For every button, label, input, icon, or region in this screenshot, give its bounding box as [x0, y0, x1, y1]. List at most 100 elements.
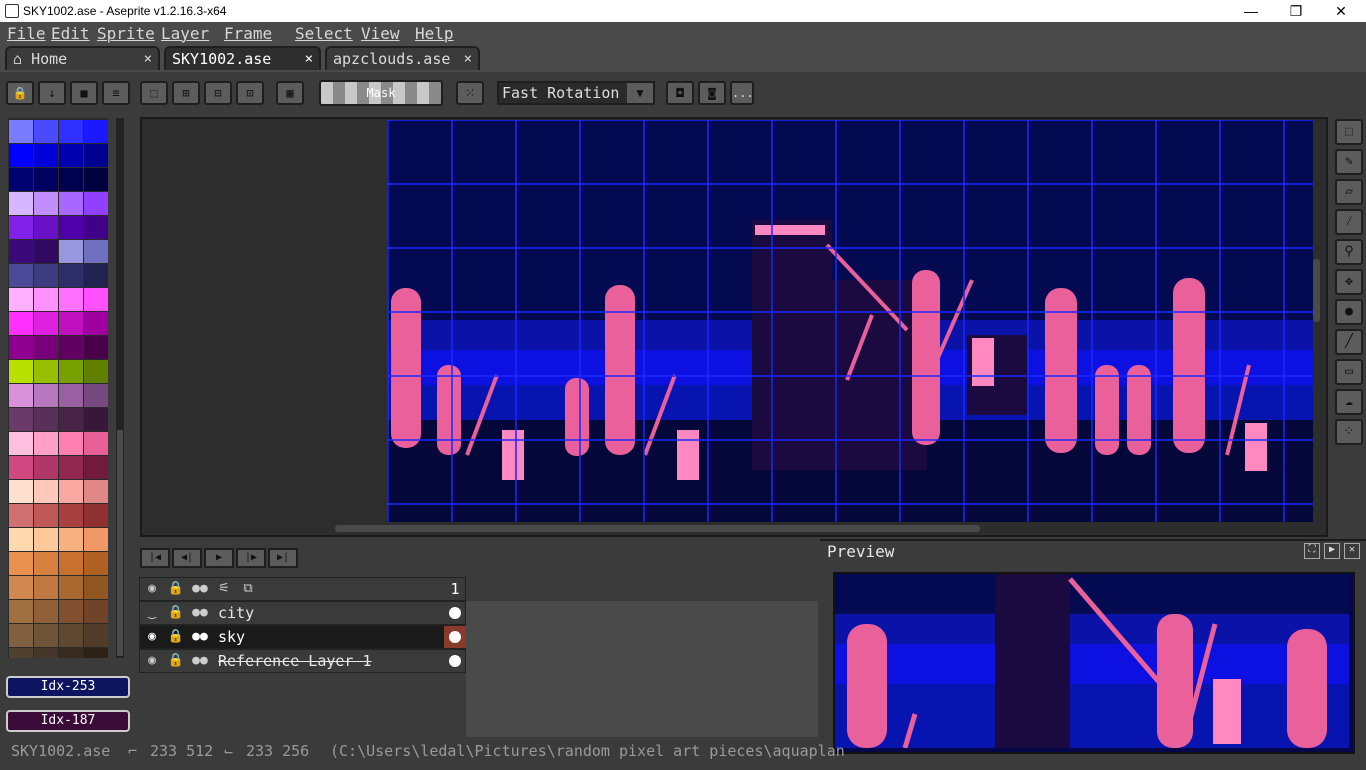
background-color-button[interactable]: Idx-187 — [6, 710, 130, 732]
palette-swatch[interactable] — [59, 384, 83, 407]
eye-icon[interactable]: ◉ — [140, 626, 164, 648]
palette-swatch[interactable] — [34, 528, 58, 551]
palette-swatch[interactable] — [59, 216, 83, 239]
palette-swatch[interactable] — [59, 432, 83, 455]
palette-swatch[interactable] — [59, 360, 83, 383]
lock-icon[interactable]: 🔒 — [164, 602, 188, 624]
menu-file[interactable]: File — [7, 24, 46, 43]
palette-swatch[interactable] — [9, 336, 33, 359]
palette-swatch[interactable] — [59, 288, 83, 311]
close-window-button[interactable]: ✕ — [1318, 0, 1364, 22]
palette-swatch[interactable] — [34, 432, 58, 455]
pivot-icon[interactable]: ⁙ — [456, 81, 484, 105]
palette-swatch[interactable] — [59, 312, 83, 335]
palette-swatch[interactable] — [9, 504, 33, 527]
palette-swatch[interactable] — [34, 576, 58, 599]
arrow-down-icon[interactable]: ↓ — [38, 81, 66, 105]
palette-swatch[interactable] — [34, 144, 58, 167]
palette-swatch[interactable] — [59, 336, 83, 359]
palette-swatch[interactable] — [9, 552, 33, 575]
palette-swatch[interactable] — [59, 552, 83, 575]
preview-play-icon[interactable]: ▶ — [1324, 543, 1340, 559]
tab-close-icon[interactable]: × — [144, 48, 152, 70]
rectangular-marquee-icon[interactable]: ⬚ — [1335, 119, 1363, 145]
layer-name[interactable]: city — [218, 602, 254, 624]
palette-swatch[interactable] — [84, 168, 108, 191]
zoom-icon[interactable]: ⚲ — [1335, 239, 1363, 265]
palette-swatch[interactable] — [34, 408, 58, 431]
continuous-icon[interactable]: ●● — [188, 578, 212, 600]
eraser-icon[interactable]: ▱ — [1335, 179, 1363, 205]
last-frame-button[interactable]: ▶| — [268, 548, 298, 568]
frame-number[interactable]: 1 — [444, 578, 466, 600]
menu-edit[interactable]: Edit — [51, 24, 90, 43]
palette-swatch[interactable] — [34, 624, 58, 647]
palette-swatch[interactable] — [9, 288, 33, 311]
palette-swatch[interactable] — [9, 144, 33, 167]
palette-swatch[interactable] — [59, 456, 83, 479]
palette-swatch[interactable] — [59, 600, 83, 623]
previous-frame-button[interactable]: ◀| — [172, 548, 202, 568]
paint-bucket-icon[interactable]: ● — [1335, 299, 1363, 325]
palette-swatch[interactable] — [34, 504, 58, 527]
chevron-down-icon[interactable]: ▼ — [627, 83, 653, 103]
minimize-button[interactable]: — — [1228, 0, 1274, 22]
transparent-color-icon[interactable]: ▦ — [276, 81, 304, 105]
blur-icon[interactable]: ⁘ — [1335, 419, 1363, 445]
drop-pixels-icon[interactable]: ◘ — [666, 81, 694, 105]
palette-swatch[interactable] — [84, 504, 108, 527]
cancel-transform-icon[interactable]: ◙ — [698, 81, 726, 105]
preview-center-icon[interactable]: ⛶ — [1304, 543, 1320, 559]
palette-swatch[interactable] — [9, 480, 33, 503]
menu-layer[interactable]: Layer — [161, 24, 209, 43]
eyedropper-icon[interactable]: ⁄ — [1335, 209, 1363, 235]
lock-icon[interactable]: 🔒 — [164, 578, 188, 600]
palette-swatch[interactable] — [34, 192, 58, 215]
rotation-algorithm-select[interactable]: Fast Rotation ▼ — [497, 81, 655, 105]
palette-swatch[interactable] — [59, 624, 83, 647]
menu-select[interactable]: Select — [295, 24, 353, 43]
rectangle-icon[interactable]: ▭ — [1335, 359, 1363, 385]
palette-swatch[interactable] — [84, 576, 108, 599]
color-palette[interactable] — [8, 118, 108, 658]
palette-swatch[interactable] — [59, 648, 83, 658]
tab-sky1002[interactable]: SKY1002.ase × — [164, 46, 321, 70]
palette-swatch[interactable] — [84, 624, 108, 647]
palette-swatch[interactable] — [34, 168, 58, 191]
palette-swatch[interactable] — [34, 552, 58, 575]
hidden-eye-icon[interactable]: ‿ — [140, 602, 164, 624]
palette-swatch[interactable] — [9, 120, 33, 143]
palette-swatch[interactable] — [84, 312, 108, 335]
palette-swatch[interactable] — [84, 192, 108, 215]
palette-swatch[interactable] — [84, 336, 108, 359]
lock-icon[interactable]: 🔒 — [164, 626, 188, 648]
palette-swatch[interactable] — [59, 504, 83, 527]
palette-swatch[interactable] — [59, 144, 83, 167]
tab-apzclouds[interactable]: apzclouds.ase × — [325, 46, 480, 70]
palette-swatch[interactable] — [34, 264, 58, 287]
cel-cell[interactable] — [444, 602, 466, 624]
layer-row-city[interactable]: ‿ 🔒 ●● city — [139, 601, 466, 625]
palette-swatch[interactable] — [9, 432, 33, 455]
palette-swatch[interactable] — [9, 216, 33, 239]
palette-swatch[interactable] — [59, 480, 83, 503]
maximize-button[interactable]: ❐ — [1273, 0, 1319, 22]
palette-swatch[interactable] — [34, 240, 58, 263]
palette-swatch[interactable] — [34, 600, 58, 623]
palette-swatch[interactable] — [9, 648, 33, 658]
continuous-icon[interactable]: ●● — [188, 650, 212, 672]
contour-icon[interactable]: ☁ — [1335, 389, 1363, 415]
palette-swatch[interactable] — [34, 384, 58, 407]
layer-row-reference[interactable]: ◉ 🔒 ●● Reference Layer 1 — [139, 649, 466, 673]
cel-cell[interactable] — [444, 650, 466, 672]
palette-swatch[interactable] — [84, 384, 108, 407]
palette-swatch[interactable] — [59, 408, 83, 431]
more-options-button[interactable]: ... — [730, 81, 754, 105]
palette-swatch[interactable] — [9, 600, 33, 623]
palette-swatch[interactable] — [9, 264, 33, 287]
selection-add-icon[interactable]: ⊞ — [172, 81, 200, 105]
pattern-icon[interactable]: ■ — [70, 81, 98, 105]
selection-intersect-icon[interactable]: ⊡ — [236, 81, 264, 105]
palette-swatch[interactable] — [84, 648, 108, 658]
palette-swatch[interactable] — [34, 648, 58, 658]
